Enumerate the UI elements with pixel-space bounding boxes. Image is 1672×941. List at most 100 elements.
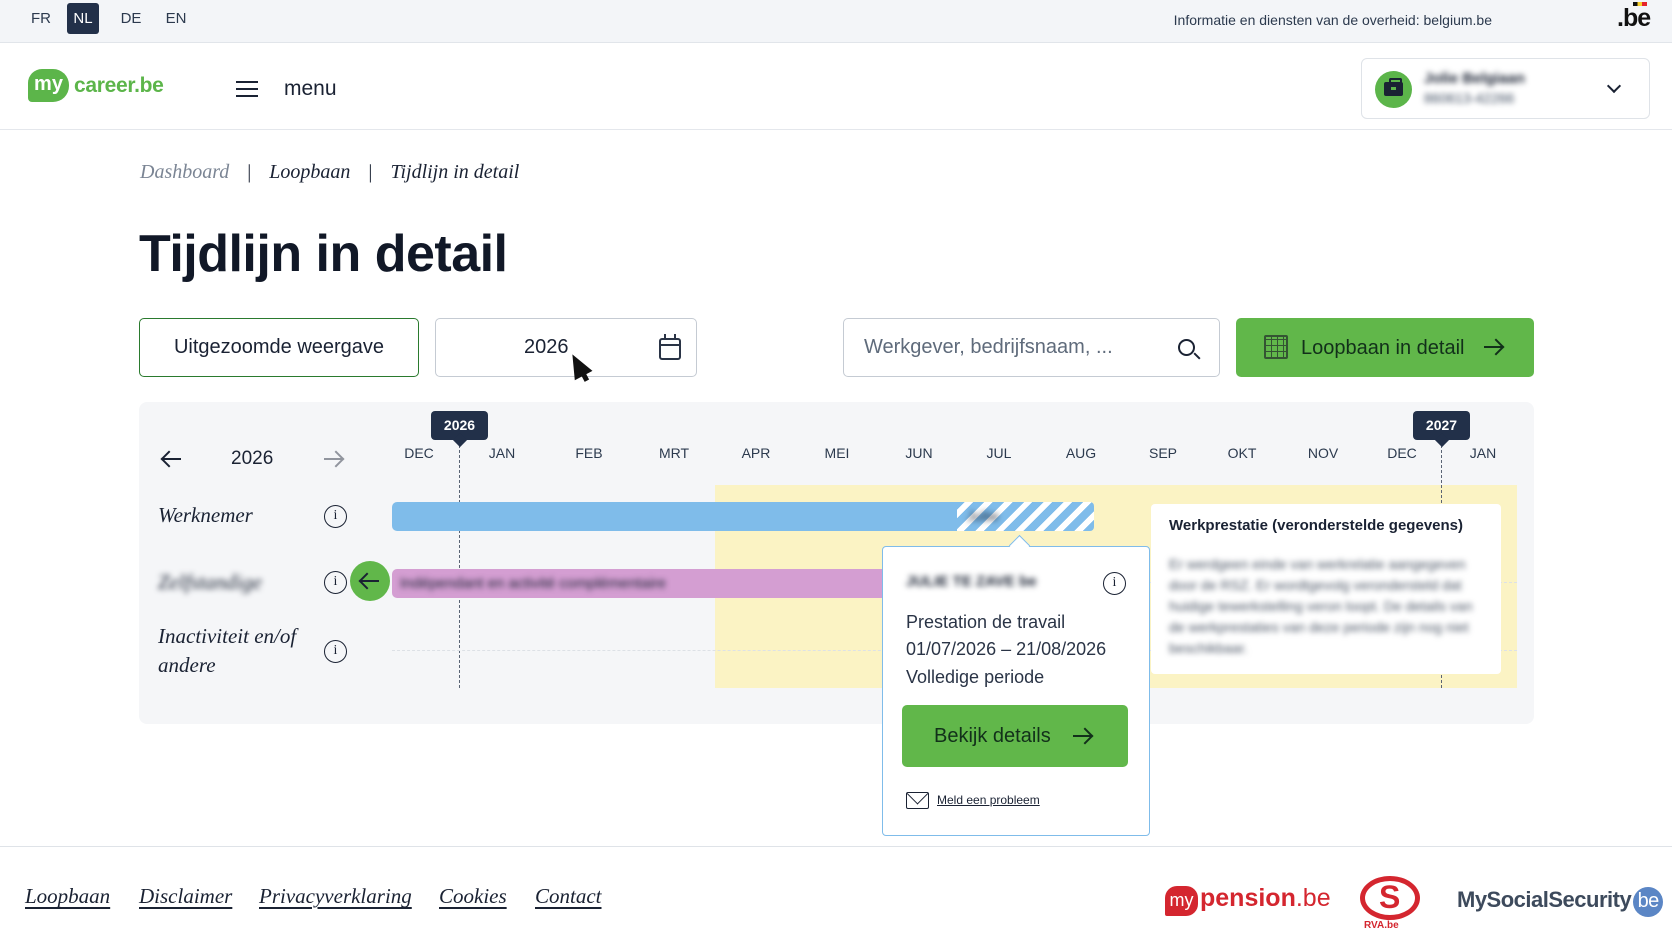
footer-link-loopbaan[interactable]: Loopbaan (25, 884, 110, 909)
footer-link-contact[interactable]: Contact (535, 884, 602, 909)
info-icon[interactable]: i (324, 505, 347, 528)
month-label: MRT (658, 445, 690, 461)
mail-icon (906, 792, 929, 809)
report-problem-link[interactable]: Meld een probleem (937, 793, 1040, 807)
user-name: Jolie Belgiaan (1424, 70, 1525, 87)
footer-link-privacy[interactable]: Privacyverklaring (259, 884, 412, 909)
employee-period-bar[interactable] (392, 502, 957, 531)
popover-dates: 01/07/2026 – 21/08/2026 (906, 639, 1107, 659)
next-year-button[interactable] (323, 449, 343, 469)
month-label: NOV (1307, 445, 1339, 461)
gov-info-text[interactable]: Informatie en diensten van de overheid: … (1174, 12, 1492, 28)
popover-employer: JULIE TE ZAVE be (906, 573, 1037, 590)
page-title: Tijdlijn in detail (139, 225, 508, 283)
year-picker[interactable]: 2026 (435, 318, 697, 377)
zoomed-out-view-button[interactable]: Uitgezoomde weergave (139, 318, 419, 377)
assumed-employee-period-bar[interactable]: Jullie (957, 502, 1094, 531)
footer-link-cookies[interactable]: Cookies (439, 884, 507, 909)
briefcase-avatar-icon (1375, 71, 1412, 108)
row-label-inactiviteit: Inactiviteit en/of andere (158, 624, 297, 677)
arrow-left-icon (361, 580, 379, 582)
previous-year-button[interactable] (162, 449, 182, 469)
rva-s: S (1379, 879, 1401, 915)
period-popover: JULIE TE ZAVE be i Prestation de travail… (882, 546, 1150, 836)
lang-fr[interactable]: FR (25, 3, 57, 34)
breadcrumb-separator: | (368, 161, 373, 183)
search-box[interactable] (843, 318, 1220, 377)
info-icon[interactable]: i (324, 640, 347, 663)
month-label: DEC (404, 445, 434, 461)
belgian-flag-icon (1633, 2, 1647, 6)
arrow-right-icon (1484, 346, 1502, 348)
year-badge-2026: 2026 (431, 411, 488, 440)
note-body: Er werdgeen einde van werkrelatie aangeg… (1169, 556, 1473, 656)
calendar-grid-icon (1264, 335, 1288, 359)
note-title: Werkprestatie (veronderstelde gegevens) (1169, 517, 1464, 534)
scroll-back-button[interactable] (350, 561, 390, 601)
month-label: MEI (824, 445, 850, 461)
arrow-left-icon (163, 458, 181, 460)
career-detail-label: Loopbaan in detail (1301, 337, 1465, 359)
breadcrumb: Dashboard | Loopbaan | Tijdlijn in detai… (140, 161, 519, 184)
info-icon[interactable]: i (324, 571, 347, 594)
breadcrumb-separator: | (247, 161, 252, 183)
popover-type: Prestation de travail (906, 612, 1066, 632)
chevron-down-icon (1606, 78, 1622, 94)
logo-bubble: my (28, 69, 69, 102)
month-label: AUG (1065, 445, 1097, 461)
popover-period: Volledige periode (906, 667, 1045, 687)
mypension-my: my (1165, 886, 1198, 916)
site-footer: Loopbaan Disclaimer Privacyverklaring Co… (0, 846, 1672, 941)
month-label: JUL (986, 445, 1012, 461)
site-header: my career.be menu Jolie Belgiaan 860613-… (0, 43, 1672, 130)
breadcrumb-loopbaan[interactable]: Loopbaan (269, 161, 350, 184)
month-label: JAN (1469, 445, 1497, 461)
mss-word: MySocialSecurity (1457, 887, 1632, 912)
top-bar: FR NL DE EN Informatie en diensten van d… (0, 0, 1672, 43)
year-picker-value: 2026 (524, 336, 569, 358)
mss-tld: be (1633, 887, 1664, 917)
lang-nl[interactable]: NL (67, 3, 99, 34)
assumed-bar-label: Jullie (967, 508, 999, 524)
user-profile-dropdown[interactable]: Jolie Belgiaan 860613-42266 (1361, 58, 1650, 119)
info-icon[interactable]: i (1103, 572, 1126, 595)
self-employed-bar-label: Indépendant en activité complémentaire (400, 575, 667, 592)
rva-logo[interactable]: S RVA.be (1360, 876, 1420, 931)
row-label-zelfstandige: Zelfstandige (158, 570, 262, 594)
rva-label: RVA.be (1364, 920, 1399, 931)
menu-button[interactable]: menu (236, 75, 337, 103)
calendar-icon[interactable] (659, 334, 681, 360)
month-label: OKT (1227, 445, 1257, 461)
menu-label: menu (284, 77, 337, 100)
row-label-werknemer: Werknemer (158, 503, 253, 527)
year-badge-2027: 2027 (1413, 411, 1470, 440)
assumed-data-note: Werkprestatie (veronderstelde gegevens) … (1151, 504, 1501, 674)
month-label: APR (741, 445, 771, 461)
month-label: JAN (488, 445, 516, 461)
lang-de[interactable]: DE (115, 3, 147, 34)
arrow-right-icon (324, 458, 342, 460)
mypension-tld: .be (1295, 884, 1331, 912)
view-details-button[interactable]: Bekijk details (902, 705, 1128, 767)
user-id: 860613-42266 (1424, 90, 1515, 106)
month-label: DEC (1387, 445, 1417, 461)
mypension-word: pension (1200, 884, 1296, 912)
breadcrumb-dashboard[interactable]: Dashboard (140, 161, 229, 184)
search-icon[interactable] (1178, 339, 1195, 356)
arrow-right-icon (1073, 735, 1091, 737)
month-label: JUN (905, 445, 933, 461)
mypension-text: pension.be (1200, 884, 1331, 913)
belgium-be-logo[interactable]: .be (1617, 2, 1651, 33)
month-label: FEB (575, 445, 603, 461)
timeline-year: 2026 (231, 448, 274, 469)
breadcrumb-current: Tijdlijn in detail (390, 161, 520, 183)
view-details-label: Bekijk details (934, 725, 1051, 747)
search-input[interactable] (864, 332, 1164, 362)
self-employed-period-bar[interactable]: Indépendant en activité complémentaire (392, 569, 900, 598)
footer-link-disclaimer[interactable]: Disclaimer (139, 884, 232, 909)
logo-word: career.be (74, 74, 164, 97)
mysocialsecurity-logo[interactable]: MySocialSecurity be (1457, 887, 1664, 917)
lang-en[interactable]: EN (160, 3, 192, 34)
hamburger-icon (236, 81, 258, 97)
career-detail-button[interactable]: Loopbaan in detail (1236, 318, 1534, 377)
